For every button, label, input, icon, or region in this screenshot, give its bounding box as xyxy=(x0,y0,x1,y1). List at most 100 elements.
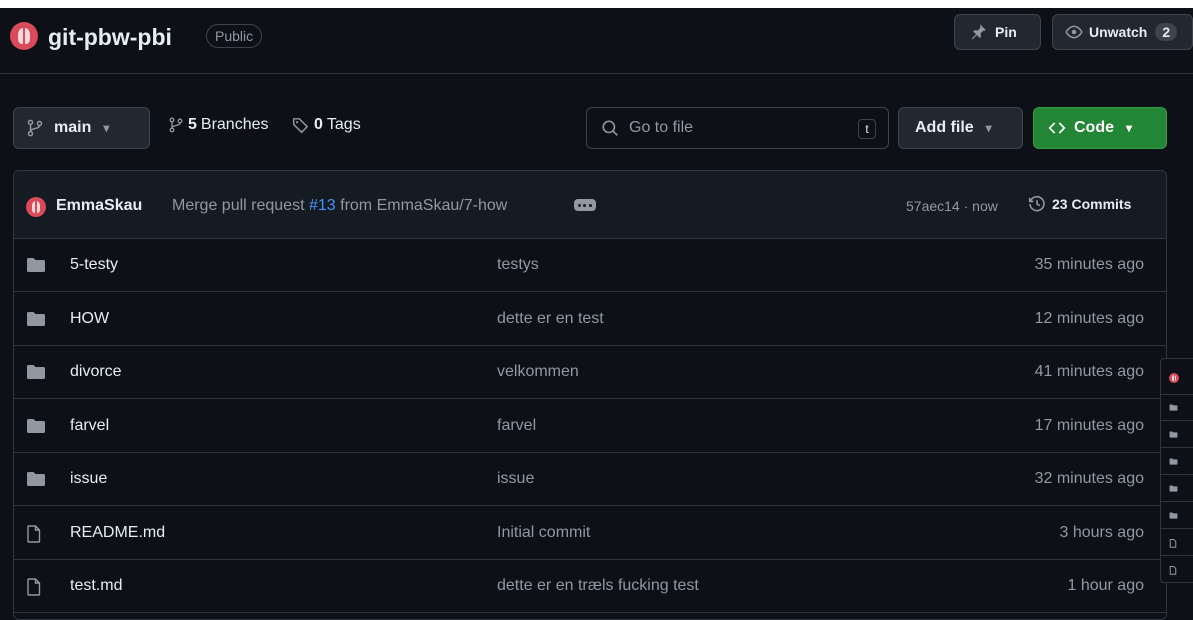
file-row[interactable]: 5-testy testys 35 minutes ago xyxy=(14,239,1166,292)
thumb-file-row xyxy=(1161,530,1193,556)
folder-icon xyxy=(1169,458,1178,465)
thumb-file-row xyxy=(1161,503,1193,529)
code-icon xyxy=(1048,119,1066,137)
chevron-down-icon: ▾ xyxy=(1126,121,1133,135)
commits-count: 23 Commits xyxy=(1052,196,1132,212)
commit-time: 17 minutes ago xyxy=(1034,416,1144,434)
unwatch-label: Unwatch xyxy=(1089,24,1148,40)
file-row[interactable]: farvel farvel 17 minutes ago xyxy=(14,400,1166,453)
commit-time: 3 hours ago xyxy=(1059,523,1144,541)
file-icon xyxy=(26,524,42,543)
file-name-link[interactable]: test.md xyxy=(70,577,122,595)
file-icon xyxy=(26,578,42,596)
code-button[interactable]: Code ▾ xyxy=(1033,107,1167,149)
file-icon xyxy=(1169,539,1177,548)
pr-link[interactable]: #13 xyxy=(309,197,336,214)
git-branch-icon xyxy=(168,117,184,133)
visibility-badge: Public xyxy=(206,24,263,48)
folder-icon xyxy=(26,418,46,434)
latest-commit-bar: EmmaSkau Merge pull request #13 from Emm… xyxy=(14,171,1166,239)
pin-icon xyxy=(969,23,987,41)
commit-message-prefix: Merge pull request xyxy=(172,197,305,214)
commit-time: 32 minutes ago xyxy=(1034,470,1144,487)
file-name-link[interactable]: 5-testy xyxy=(70,256,118,274)
history-icon xyxy=(1028,195,1052,213)
branches-label: Branches xyxy=(200,116,269,133)
folder-icon xyxy=(26,311,46,327)
thumb-file-row xyxy=(1161,476,1193,502)
commit-time: 12 minutes ago xyxy=(1034,309,1144,327)
commit-message-link[interactable]: farvel xyxy=(497,417,536,435)
file-name-link[interactable]: issue xyxy=(70,470,107,488)
commit-message[interactable]: Merge pull request #13 from EmmaSkau/7-h… xyxy=(172,197,507,215)
commit-message-link[interactable]: dette er en træls fucking test xyxy=(497,577,699,595)
repo-header: git-pbw-pbi Public Pin Unwatch 2 xyxy=(0,8,1193,74)
pin-button[interactable]: Pin xyxy=(954,14,1041,50)
thumb-file-row xyxy=(1161,449,1193,475)
go-to-file-placeholder: Go to file xyxy=(629,119,694,136)
chevron-down-icon: ▾ xyxy=(103,121,110,135)
file-table: EmmaSkau Merge pull request #13 from Emm… xyxy=(13,170,1167,620)
pin-label: Pin xyxy=(995,24,1017,40)
tags-count: 0 xyxy=(314,116,323,133)
file-name-link[interactable]: HOW xyxy=(70,310,109,328)
folder-icon xyxy=(1169,404,1178,411)
file-row[interactable]: issue issue 32 minutes ago xyxy=(14,453,1166,506)
thumb-commit-row xyxy=(1161,359,1193,395)
window-top-strip xyxy=(0,0,1193,8)
commit-message-suffix: from EmmaSkau/7-how xyxy=(340,197,508,214)
file-name-link[interactable]: farvel xyxy=(70,417,109,435)
commit-time: 35 minutes ago xyxy=(1034,256,1144,273)
add-file-label: Add file xyxy=(915,119,974,136)
folder-icon xyxy=(26,364,46,380)
ellipsis-icon[interactable] xyxy=(574,199,596,211)
hover-preview-thumbnail xyxy=(1160,358,1193,583)
repo-name[interactable]: git-pbw-pbi xyxy=(48,22,172,52)
folder-icon xyxy=(1169,485,1178,492)
go-to-file-input[interactable]: Go to file t xyxy=(586,107,889,149)
commit-message-link[interactable]: testys xyxy=(497,256,539,274)
branches-link[interactable]: 5 Branches xyxy=(168,116,269,134)
add-file-button[interactable]: Add file ▾ xyxy=(898,107,1023,149)
commit-message-link[interactable]: Initial commit xyxy=(497,524,590,542)
commit-message-link[interactable]: velkommen xyxy=(497,363,579,381)
unwatch-button[interactable]: Unwatch 2 xyxy=(1052,14,1193,50)
branch-selector[interactable]: main ▾ xyxy=(13,107,150,149)
commit-time: 41 minutes ago xyxy=(1034,363,1144,380)
commits-link[interactable]: 23 Commits xyxy=(1028,195,1131,213)
thumb-file-row xyxy=(1161,422,1193,448)
chevron-down-icon: ▾ xyxy=(985,121,992,135)
folder-icon xyxy=(26,257,46,273)
tags-label: Tags xyxy=(326,116,361,133)
code-label: Code xyxy=(1074,119,1114,136)
eye-icon xyxy=(1065,23,1083,41)
file-row[interactable]: divorce velkommen 41 minutes ago xyxy=(14,346,1166,399)
commit-author-avatar[interactable] xyxy=(26,197,46,217)
commit-time: 1 hour ago xyxy=(1067,577,1144,594)
branch-name: main xyxy=(54,119,92,136)
commit-author[interactable]: EmmaSkau xyxy=(56,197,142,215)
owner-avatar[interactable] xyxy=(10,22,38,50)
git-branch-icon xyxy=(26,119,44,137)
file-name-link[interactable]: README.md xyxy=(70,524,165,542)
thumb-avatar xyxy=(1169,373,1179,383)
file-row[interactable]: test.md dette er en træls fucking test 1 h… xyxy=(14,560,1166,613)
search-icon xyxy=(601,119,619,137)
branches-count: 5 xyxy=(188,116,197,133)
file-icon xyxy=(1169,566,1177,575)
file-row[interactable]: README.md Initial commit 3 hours ago xyxy=(14,507,1166,560)
folder-icon xyxy=(1169,431,1178,438)
folder-icon xyxy=(1169,512,1178,519)
commit-message-link[interactable]: issue xyxy=(497,470,534,488)
file-row[interactable]: HOW dette er en test 12 minutes ago xyxy=(14,293,1166,346)
shortcut-key: t xyxy=(858,119,876,139)
folder-icon xyxy=(26,471,46,487)
tag-icon xyxy=(292,116,310,134)
tags-link[interactable]: 0 Tags xyxy=(292,116,361,134)
thumb-file-row xyxy=(1161,557,1193,583)
watch-count: 2 xyxy=(1155,23,1178,41)
commit-message-link[interactable]: dette er en test xyxy=(497,310,604,328)
commit-hash-time[interactable]: 57aec14 · now xyxy=(906,198,998,214)
thumb-file-row xyxy=(1161,395,1193,421)
file-name-link[interactable]: divorce xyxy=(70,363,122,381)
